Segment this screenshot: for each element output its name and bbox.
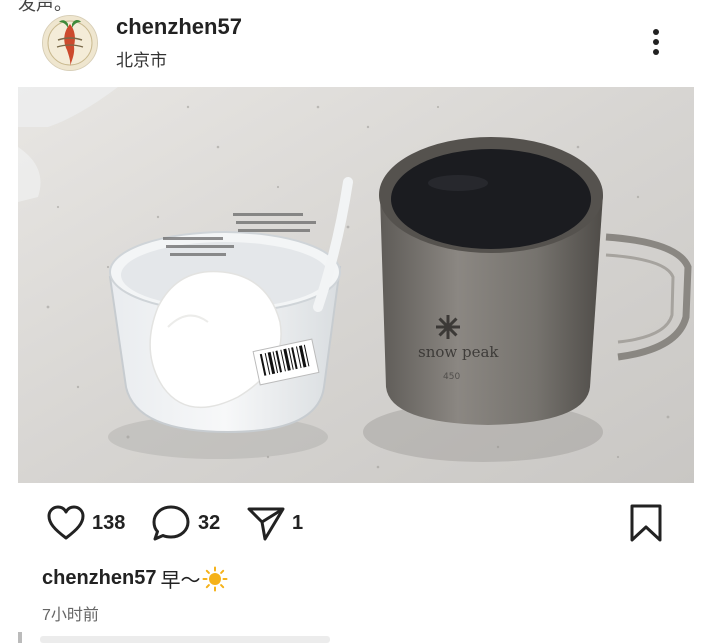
avatar-image [43, 16, 97, 70]
more-options-button[interactable] [642, 26, 670, 60]
post-username[interactable]: chenzhen57 [116, 14, 242, 40]
caption-text: 早～ [160, 570, 201, 592]
share-count: 1 [292, 511, 304, 534]
comment-count: 32 [198, 511, 221, 534]
send-icon [247, 507, 285, 541]
post-timestamp: 7小时前 [42, 607, 99, 624]
post-location[interactable]: 北京市 [116, 46, 167, 71]
save-button[interactable] [628, 503, 664, 548]
bookmark-icon [630, 504, 662, 542]
mug-capacity-text: 450 [443, 372, 460, 382]
photo-ice-cream-and-mug: snow peak 450 [18, 87, 694, 483]
comment-button[interactable]: 32 [150, 501, 220, 545]
post-caption: chenzhen57 早～ [42, 564, 228, 593]
comment-bubble-icon [152, 505, 190, 541]
more-vertical-icon [653, 29, 659, 55]
post-header: chenzhen57 北京市 [0, 0, 705, 86]
heart-icon [47, 505, 85, 540]
avatar[interactable] [42, 15, 98, 71]
share-button[interactable]: 1 [246, 501, 303, 545]
next-post-text-edge [40, 636, 330, 643]
next-post-edge [18, 632, 22, 643]
like-button[interactable]: 138 [46, 501, 125, 545]
post-actions: 138 32 1 [0, 495, 705, 551]
mug-brand-text: snow peak [418, 343, 499, 361]
post-photo[interactable]: snow peak 450 [18, 87, 694, 483]
like-count: 138 [92, 511, 126, 534]
sun-icon [202, 566, 228, 591]
caption-username[interactable]: chenzhen57 [42, 567, 156, 590]
